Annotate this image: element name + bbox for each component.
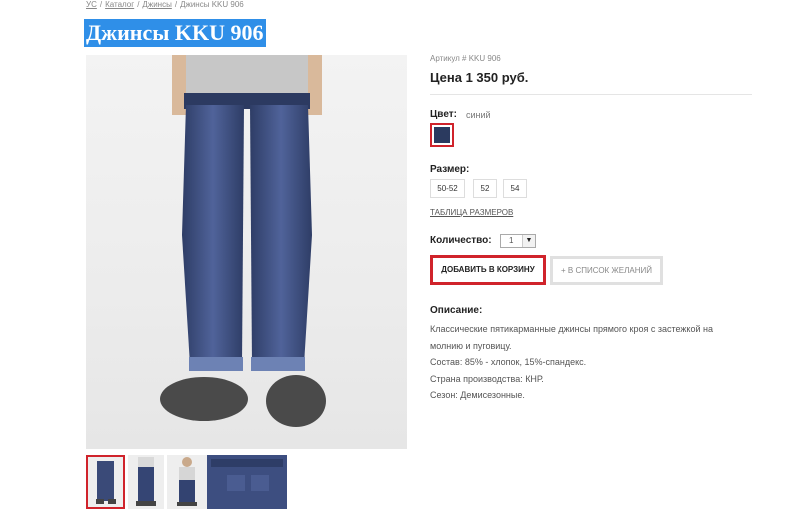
thumbnail-3[interactable] xyxy=(167,455,207,509)
divider xyxy=(430,94,752,95)
breadcrumb-link-catalog[interactable]: Каталог xyxy=(105,0,134,9)
breadcrumb-link-jeans[interactable]: Джинсы xyxy=(142,0,171,9)
product-main-image[interactable] xyxy=(86,55,407,449)
breadcrumb-link-home[interactable]: УС xyxy=(86,0,97,9)
jeans-model-photo xyxy=(160,55,326,427)
quantity-select[interactable]: 1 ▼ xyxy=(500,234,536,248)
size-option-50-52[interactable]: 50-52 xyxy=(430,179,465,198)
quantity-value: 1 xyxy=(509,236,514,245)
thumbnail-4[interactable] xyxy=(207,455,287,509)
add-to-cart-button[interactable]: ДОБАВИТЬ В КОРЗИНУ xyxy=(430,255,546,285)
description-line: Состав: 85% - хлопок, 15%-спандекс. xyxy=(430,357,587,367)
swatch-fill xyxy=(434,127,450,143)
breadcrumb-current: Джинсы KKU 906 xyxy=(180,0,244,9)
quantity-label: Количество: xyxy=(430,235,492,246)
description-line: Страна производства: КНР. xyxy=(430,373,544,384)
add-to-wishlist-button[interactable]: + В СПИСОК ЖЕЛАНИЙ xyxy=(550,256,663,285)
description-line: молнию и пуговицу. xyxy=(430,340,512,351)
description-title: Описание: xyxy=(430,305,483,316)
product-sku: Артикул # KKU 906 xyxy=(430,54,501,63)
size-label: Размер: xyxy=(430,164,470,175)
chevron-down-icon[interactable]: ▼ xyxy=(522,235,535,247)
description-text: Классические пятикарманные джинсы прямог… xyxy=(430,321,760,404)
description-line: Классические пятикарманные джинсы прямог… xyxy=(430,324,713,334)
color-label: Цвет: xyxy=(430,109,457,120)
color-value: синий xyxy=(466,110,491,120)
thumbnail-1[interactable] xyxy=(86,455,125,509)
product-price: Цена 1 350 руб. xyxy=(430,70,529,85)
breadcrumb: УС / Каталог / Джинсы / Джинсы KKU 906 xyxy=(86,0,244,9)
page-title: Джинсы KKU 906 xyxy=(84,19,266,47)
size-option-54[interactable]: 54 xyxy=(503,179,527,198)
color-swatch-blue[interactable] xyxy=(430,123,454,147)
size-option-52[interactable]: 52 xyxy=(473,179,497,198)
thumbnail-2[interactable] xyxy=(128,455,164,509)
size-table-link[interactable]: ТАБЛИЦА РАЗМЕРОВ xyxy=(430,208,513,217)
description-line: Сезон: Демисезонные. xyxy=(430,390,525,400)
